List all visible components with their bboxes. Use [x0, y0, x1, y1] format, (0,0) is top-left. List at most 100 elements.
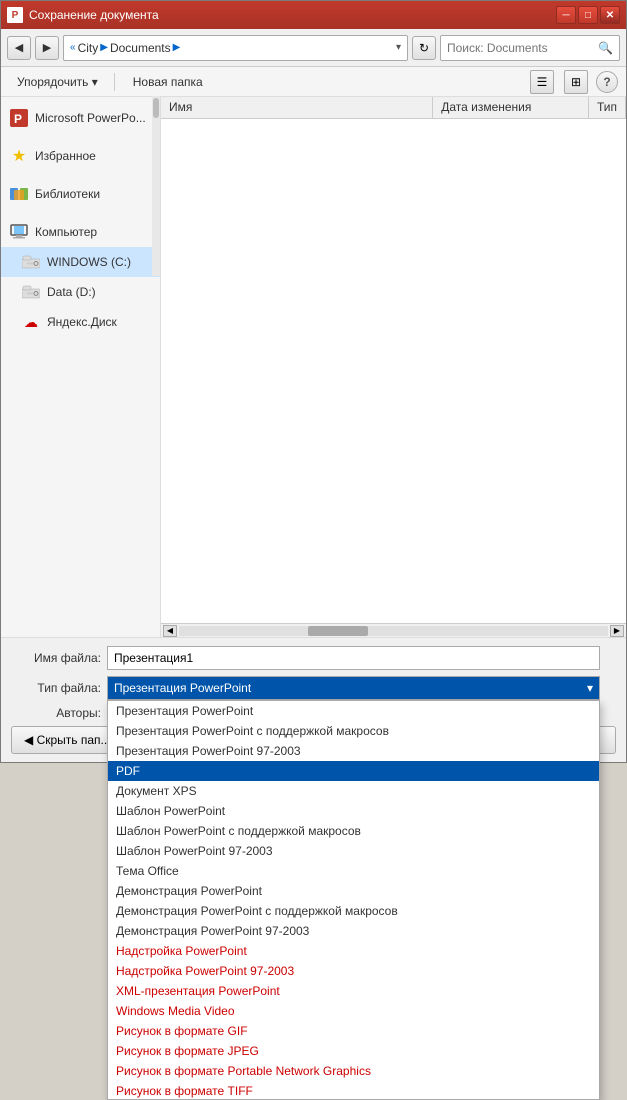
svg-text:P: P: [14, 112, 22, 126]
address-bar[interactable]: « City ▶ Documents ▶ ▾: [63, 35, 408, 61]
title-bar: P Сохранение документа ─ □ ✕: [1, 1, 626, 29]
sidebar-label-favorites: Избранное: [35, 149, 96, 163]
dropdown-option-template-macro[interactable]: Шаблон PowerPoint с поддержкой макросов: [108, 821, 599, 841]
address-path: « City ▶ Documents ▶: [70, 41, 392, 55]
search-box[interactable]: 🔍: [440, 35, 620, 61]
sidebar-label-powerpoint: Microsoft PowerPo...: [35, 111, 146, 125]
sidebar-label-computer: Компьютер: [35, 225, 97, 239]
author-label: Авторы:: [11, 706, 101, 720]
dropdown-option-pptx-macro[interactable]: Презентация PowerPoint с поддержкой макр…: [108, 721, 599, 741]
col-header-name[interactable]: Имя: [161, 97, 433, 118]
dropdown-option-gif[interactable]: Рисунок в формате GIF: [108, 1021, 599, 1041]
file-list-header: Имя Дата изменения Тип: [161, 97, 626, 119]
maximize-button[interactable]: □: [578, 6, 598, 24]
drive-c-icon: [21, 252, 41, 272]
minimize-button[interactable]: ─: [556, 6, 576, 24]
libraries-icon: [9, 184, 29, 204]
sidebar-item-computer[interactable]: Компьютер: [1, 217, 160, 247]
dropdown-option-pptx[interactable]: Презентация PowerPoint: [108, 701, 599, 721]
help-button[interactable]: ?: [596, 71, 618, 93]
address-city: City: [78, 41, 99, 55]
scroll-left-button[interactable]: ◀: [163, 625, 177, 637]
new-folder-button[interactable]: Новая папка: [123, 70, 213, 94]
window-controls: ─ □ ✕: [556, 6, 620, 24]
save-dialog-window: P Сохранение документа ─ □ ✕ ◀ ▶ « City …: [0, 0, 627, 763]
scroll-thumb[interactable]: [308, 626, 368, 636]
address-documents: Documents: [110, 41, 171, 55]
dropdown-option-template-97[interactable]: Шаблон PowerPoint 97-2003: [108, 841, 599, 861]
address-sep1: ▶: [100, 42, 108, 53]
new-folder-label: Новая папка: [133, 75, 203, 89]
dropdown-option-show[interactable]: Демонстрация PowerPoint: [108, 881, 599, 901]
dropdown-option-addin-97[interactable]: Надстройка PowerPoint 97-2003: [108, 961, 599, 981]
dropdown-option-ppt97[interactable]: Презентация PowerPoint 97-2003: [108, 741, 599, 761]
sidebar-label-yandex-disk: Яндекс.Диск: [47, 315, 117, 329]
filename-input[interactable]: [107, 646, 600, 670]
close-button[interactable]: ✕: [600, 6, 620, 24]
sidebar-item-favorites[interactable]: ★ Избранное: [1, 141, 160, 171]
filetype-dropdown-list: Презентация PowerPoint Презентация Power…: [107, 700, 600, 1100]
app-icon: P: [7, 7, 23, 23]
filetype-dropdown-arrow: ▾: [587, 681, 593, 695]
sidebar-label-windows-c: WINDOWS (C:): [47, 255, 131, 269]
dropdown-option-show-97[interactable]: Демонстрация PowerPoint 97-2003: [108, 921, 599, 941]
filetype-row: Тип файла: Презентация PowerPoint ▾ През…: [11, 676, 616, 700]
scroll-right-button[interactable]: ▶: [610, 625, 624, 637]
hide-panel-label: ◀ Скрыть пап...: [24, 733, 111, 747]
sidebar-label-data-d: Data (D:): [47, 285, 96, 299]
col-header-type[interactable]: Тип: [589, 97, 626, 118]
filetype-dropdown-wrapper: Презентация PowerPoint ▾ Презентация Pow…: [107, 676, 600, 700]
organize-button[interactable]: Упорядочить ▾: [9, 70, 106, 94]
dropdown-option-tiff[interactable]: Рисунок в формате TIFF: [108, 1081, 599, 1100]
file-list-container: Имя Дата изменения Тип ◀ ▶: [161, 97, 626, 637]
address-sep2: ▶: [173, 42, 181, 53]
sidebar-item-libraries[interactable]: Библиотеки: [1, 179, 160, 209]
address-arrow-icon: «: [70, 42, 76, 53]
sidebar-label-libraries: Библиотеки: [35, 187, 100, 201]
title-bar-left: P Сохранение документа: [7, 7, 159, 23]
col-header-date[interactable]: Дата изменения: [433, 97, 589, 118]
address-dropdown-icon[interactable]: ▾: [396, 42, 401, 53]
window-title: Сохранение документа: [29, 8, 159, 22]
search-input[interactable]: [447, 41, 594, 55]
dropdown-option-pdf[interactable]: ⇒ PDF: [108, 761, 599, 781]
sidebar-item-powerpoint[interactable]: P Microsoft PowerPo...: [1, 103, 160, 133]
search-icon[interactable]: 🔍: [598, 41, 613, 55]
scroll-track[interactable]: [179, 626, 608, 636]
horizontal-scrollbar[interactable]: ◀ ▶: [161, 623, 626, 637]
powerpoint-icon: P: [9, 108, 29, 128]
filename-row: Имя файла:: [11, 646, 616, 670]
forward-button[interactable]: ▶: [35, 36, 59, 60]
filetype-current-value: Презентация PowerPoint: [114, 681, 251, 695]
sidebar: P Microsoft PowerPo... ★ Избранное: [1, 97, 161, 637]
yandex-disk-icon: ☁: [21, 312, 41, 332]
sidebar-item-yandex-disk[interactable]: ☁ Яндекс.Диск: [1, 307, 160, 337]
dropdown-option-jpeg[interactable]: Рисунок в формате JPEG: [108, 1041, 599, 1061]
bottom-panel: Имя файла: Тип файла: Презентация PowerP…: [1, 637, 626, 762]
organize-label: Упорядочить ▾: [17, 75, 98, 89]
view-details-button[interactable]: ⊞: [564, 70, 588, 94]
favorites-icon: ★: [9, 146, 29, 166]
file-list-content: [161, 119, 626, 127]
file-list: Имя Дата изменения Тип: [161, 97, 626, 623]
dropdown-option-addin[interactable]: Надстройка PowerPoint: [108, 941, 599, 961]
dropdown-option-xml[interactable]: XML-презентация PowerPoint: [108, 981, 599, 1001]
content-area: P Microsoft PowerPo... ★ Избранное: [1, 97, 626, 637]
secondary-toolbar: Упорядочить ▾ Новая папка ☰ ⊞ ?: [1, 67, 626, 97]
dropdown-option-xps[interactable]: Документ XPS: [108, 781, 599, 801]
drive-d-icon: [21, 282, 41, 302]
sidebar-item-data-d[interactable]: Data (D:): [1, 277, 160, 307]
address-toolbar: ◀ ▶ « City ▶ Documents ▶ ▾ ↻ 🔍: [1, 29, 626, 67]
dropdown-option-png[interactable]: Рисунок в формате Portable Network Graph…: [108, 1061, 599, 1081]
dropdown-option-template[interactable]: Шаблон PowerPoint: [108, 801, 599, 821]
dropdown-option-wmv[interactable]: Windows Media Video: [108, 1001, 599, 1021]
filetype-select[interactable]: Презентация PowerPoint ▾: [107, 676, 600, 700]
filename-label: Имя файла:: [11, 651, 101, 665]
back-button[interactable]: ◀: [7, 36, 31, 60]
sidebar-item-windows-c[interactable]: WINDOWS (C:): [1, 247, 160, 277]
view-toggle-button[interactable]: ☰: [530, 70, 554, 94]
dropdown-option-show-macro[interactable]: Демонстрация PowerPoint с поддержкой мак…: [108, 901, 599, 921]
filetype-label: Тип файла:: [11, 681, 101, 695]
dropdown-option-theme[interactable]: Тема Office: [108, 861, 599, 881]
refresh-button[interactable]: ↻: [412, 36, 436, 60]
